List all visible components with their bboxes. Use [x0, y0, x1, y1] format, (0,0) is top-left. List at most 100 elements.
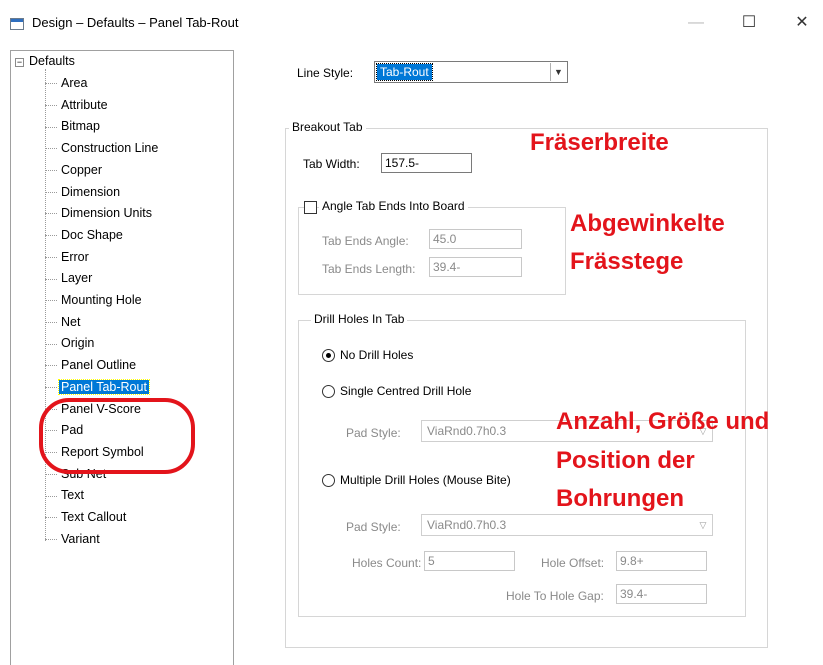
collapse-icon[interactable]: −	[15, 58, 24, 67]
angle-tab-group	[298, 207, 566, 295]
multiple-pad-style-select[interactable]: ViaRnd0.7h0.3 ▽	[421, 514, 713, 536]
tab-ends-length-label: Tab Ends Length:	[322, 262, 416, 276]
tree-connector	[45, 343, 57, 345]
single-pad-style-value: ViaRnd0.7h0.3	[427, 424, 507, 438]
tree-item[interactable]: Error	[45, 247, 91, 267]
tree-item-label: Bitmap	[61, 119, 100, 134]
chevron-down-icon[interactable]: ▼	[550, 63, 566, 81]
no-drill-radio[interactable]	[322, 349, 335, 362]
tree-item-label: Net	[61, 314, 81, 329]
tree-item[interactable]: Panel Outline	[45, 355, 138, 375]
tree-item[interactable]: Doc Shape	[45, 225, 125, 245]
tree-item[interactable]: Text	[45, 485, 86, 505]
tree-connector	[45, 148, 57, 150]
line-style-label: Line Style:	[297, 66, 354, 80]
tree-item[interactable]: Dimension Units	[45, 203, 154, 223]
window-title: Design – Defaults – Panel Tab-Rout	[32, 15, 239, 30]
single-drill-radio[interactable]	[322, 385, 335, 398]
tree-connector	[45, 473, 57, 475]
tree-connector	[45, 538, 57, 540]
title-bar: Design – Defaults – Panel Tab-Rout — ☐ ✕	[0, 0, 823, 46]
tree-item[interactable]: Net	[45, 312, 82, 332]
app-window-icon	[10, 18, 24, 30]
maximize-button[interactable]: ☐	[729, 8, 769, 38]
tree-connector	[45, 235, 57, 237]
highlight-ellipse	[39, 398, 195, 474]
tree-item[interactable]: Attribute	[45, 95, 110, 115]
tree-root-defaults[interactable]: Defaults	[29, 54, 75, 68]
tree-item[interactable]: Bitmap	[45, 116, 102, 136]
angle-tab-checkbox[interactable]	[304, 201, 317, 214]
tree-item-label: Text	[61, 488, 84, 503]
tree-item-label: Area	[61, 76, 88, 90]
tree-item[interactable]: Layer	[45, 268, 94, 288]
tree-connector	[45, 104, 57, 106]
tab-width-field[interactable]: 157.5-	[381, 153, 472, 173]
tree-item[interactable]: Panel Tab-Rout	[45, 377, 150, 397]
line-style-select[interactable]: Tab-Rout ▼	[374, 61, 568, 83]
annotation-angled-line1: Abgewinkelte	[570, 210, 725, 237]
tree-item[interactable]: Dimension	[45, 182, 122, 202]
hole-offset-label: Hole Offset:	[541, 556, 605, 570]
tree-item[interactable]: Text Callout	[45, 507, 128, 527]
tree-connector	[45, 321, 57, 323]
tree-item-label: Error	[61, 249, 89, 264]
single-drill-label[interactable]: Single Centred Drill Hole	[340, 384, 471, 398]
tree-connector	[45, 170, 57, 171]
tree-connector	[45, 300, 57, 302]
holes-count-field[interactable]: 5	[424, 551, 515, 571]
hole-gap-label: Hole To Hole Gap:	[506, 589, 604, 603]
tree-item-label: Construction Line	[61, 141, 159, 156]
tab-ends-angle-label: Tab Ends Angle:	[322, 234, 409, 248]
tree-item[interactable]: Area	[45, 73, 89, 93]
tree-item-label: Origin	[61, 336, 95, 351]
angle-tab-label[interactable]: Angle Tab Ends Into Board	[319, 199, 468, 213]
tree-item-label: Dimension	[61, 184, 121, 199]
tree-item-label: Mounting Hole	[61, 293, 142, 307]
line-style-value: Tab-Rout	[376, 63, 433, 81]
annotation-holes-line1: Anzahl, Größe und	[556, 408, 770, 435]
hole-gap-field[interactable]: 39.4-	[616, 584, 707, 604]
tree-connector	[45, 387, 57, 388]
multiple-drill-label[interactable]: Multiple Drill Holes (Mouse Bite)	[340, 473, 511, 487]
chevron-down-icon[interactable]: ▽	[695, 516, 711, 534]
multiple-pad-style-label: Pad Style:	[346, 520, 401, 534]
tab-ends-angle-field[interactable]: 45.0	[429, 229, 522, 249]
annotation-holes-line3: Bohrungen	[556, 485, 684, 512]
breakout-tab-title: Breakout Tab	[289, 120, 366, 134]
tree-connector	[45, 517, 57, 519]
tree-item-label: Dimension Units	[61, 206, 153, 221]
tree-item-label: Attribute	[61, 97, 108, 112]
tree-connector	[45, 495, 57, 497]
tree-connector	[45, 126, 57, 128]
tree-item[interactable]: Mounting Hole	[45, 290, 144, 310]
hole-offset-field[interactable]: 9.8+	[616, 551, 707, 571]
no-drill-label[interactable]: No Drill Holes	[340, 348, 413, 362]
tree-item[interactable]: Origin	[45, 333, 96, 353]
tree-item-label: Layer	[61, 271, 93, 286]
multiple-pad-style-value: ViaRnd0.7h0.3	[427, 518, 507, 532]
tree-item-label: Panel Outline	[61, 358, 137, 373]
tree-connector	[45, 256, 57, 258]
tree-item[interactable]: Copper	[45, 160, 104, 180]
holes-count-label: Holes Count:	[352, 556, 422, 570]
annotation-cutter-width: Fräserbreite	[530, 129, 669, 156]
tree-item-label: Panel Tab-Rout	[58, 378, 150, 395]
single-pad-style-label: Pad Style:	[346, 426, 401, 440]
annotation-holes-line2: Position der	[556, 447, 695, 474]
annotation-angled-line2: Frässtege	[570, 248, 684, 275]
tree-connector	[45, 83, 57, 85]
minimize-button[interactable]: —	[676, 8, 716, 38]
tree-item[interactable]: Construction Line	[45, 138, 160, 158]
multiple-drill-radio[interactable]	[322, 474, 335, 487]
close-button[interactable]: ✕	[782, 8, 822, 38]
tree-item-label: Copper	[61, 162, 102, 177]
defaults-tree[interactable]: − Defaults Area Attribute Bitmap Constructi…	[10, 50, 234, 665]
tree-connector	[45, 278, 57, 280]
tree-connector	[45, 213, 57, 215]
tree-connector	[45, 365, 57, 367]
tree-item[interactable]: Variant	[45, 529, 102, 549]
tree-item-label: Variant	[61, 531, 100, 546]
tab-ends-length-field[interactable]: 39.4-	[429, 257, 522, 277]
tab-width-label: Tab Width:	[303, 157, 360, 171]
